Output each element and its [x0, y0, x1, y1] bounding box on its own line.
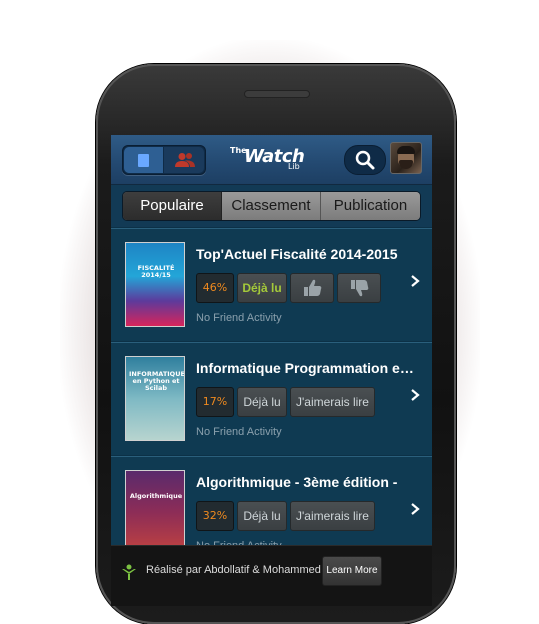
- tab-group: Populaire Classement Publication: [122, 191, 421, 221]
- tab-publication[interactable]: Publication: [321, 192, 420, 220]
- credit-logo-icon: [122, 564, 136, 580]
- book-cover: INFORMATIQUE en Python et Scilab: [125, 356, 185, 441]
- book-title: Top'Actuel Fiscalité 2014-2015: [196, 246, 398, 262]
- book-cover: FISCALITÉ 2014/15: [125, 242, 185, 327]
- chevron-right-icon[interactable]: [409, 502, 421, 516]
- tab-populaire[interactable]: Populaire: [123, 192, 222, 220]
- top-bar: The Watch Lib: [111, 135, 432, 185]
- friends-view-button[interactable]: [164, 147, 204, 173]
- like-button[interactable]: [290, 273, 334, 303]
- already-read-button[interactable]: Déjà lu: [237, 387, 287, 417]
- avatar-beard: [399, 160, 413, 169]
- cover-text: INFORMATIQUE en Python et Scilab: [129, 370, 185, 392]
- view-switcher: [122, 145, 206, 175]
- want-to-read-button[interactable]: J'aimerais lire: [290, 501, 375, 531]
- already-read-button[interactable]: Déjà lu: [237, 501, 287, 531]
- app-logo: The Watch Lib: [230, 147, 310, 173]
- user-avatar[interactable]: [390, 142, 422, 174]
- already-read-button[interactable]: Déjà lu: [237, 273, 287, 303]
- book-icon: [138, 154, 149, 167]
- list-item[interactable]: INFORMATIQUE en Python et Scilab Informa…: [111, 342, 432, 455]
- search-button[interactable]: [344, 145, 386, 175]
- cover-text: FISCALITÉ 2014/15: [137, 264, 175, 279]
- books-view-button[interactable]: [124, 147, 163, 173]
- learn-more-button[interactable]: Learn More: [322, 556, 382, 586]
- footer-bar: Réalisé par Abdollatif & Mohammed Learn …: [111, 545, 432, 606]
- progress-percent: 17%: [196, 387, 234, 417]
- search-icon: [355, 150, 375, 170]
- logo-lib: Lib: [288, 162, 300, 171]
- footer-credit: Réalisé par Abdollatif & Mohammed: [146, 564, 321, 576]
- want-to-read-button[interactable]: J'aimerais lire: [290, 387, 375, 417]
- book-title: Algorithmique - 3ème édition -: [196, 474, 398, 490]
- users-icon: [175, 153, 195, 167]
- progress-percent: 46%: [196, 273, 234, 303]
- dislike-button[interactable]: [337, 273, 381, 303]
- tab-classement[interactable]: Classement: [222, 192, 321, 220]
- tab-bar: Populaire Classement Publication: [111, 185, 432, 227]
- app-screen: The Watch Lib Populaire Classement Publi…: [111, 135, 432, 606]
- friend-activity: No Friend Activity: [196, 312, 282, 324]
- cover-text: Algorithmique: [129, 492, 183, 500]
- book-title: Informatique Programmation et Calcul Sci…: [196, 360, 418, 376]
- thumbs-up-icon: [304, 279, 322, 296]
- phone-speaker: [244, 90, 310, 98]
- book-cover: Algorithmique: [125, 470, 185, 555]
- friend-activity: No Friend Activity: [196, 426, 282, 438]
- avatar-hair: [397, 146, 415, 154]
- list-item[interactable]: FISCALITÉ 2014/15 Top'Actuel Fiscalité 2…: [111, 228, 432, 341]
- thumbs-down-icon: [351, 280, 369, 297]
- chevron-right-icon[interactable]: [409, 388, 421, 402]
- progress-percent: 32%: [196, 501, 234, 531]
- chevron-right-icon[interactable]: [409, 274, 421, 288]
